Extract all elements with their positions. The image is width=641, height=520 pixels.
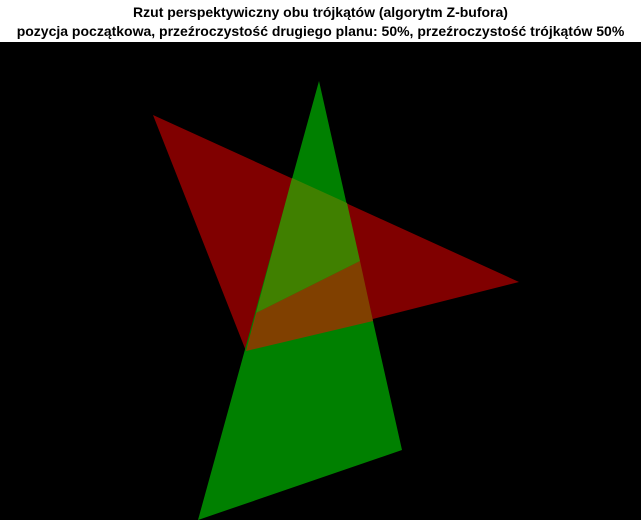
scene-svg [0,42,641,520]
title-area: Rzut perspektywiczny obu trójkątów (algo… [0,0,641,42]
figure: Rzut perspektywiczny obu trójkątów (algo… [0,0,641,520]
render-canvas [0,42,641,520]
figure-subtitle: pozycja początkowa, przeźroczystość drug… [16,23,625,39]
figure-title: Rzut perspektywiczny obu trójkątów (algo… [133,4,508,20]
